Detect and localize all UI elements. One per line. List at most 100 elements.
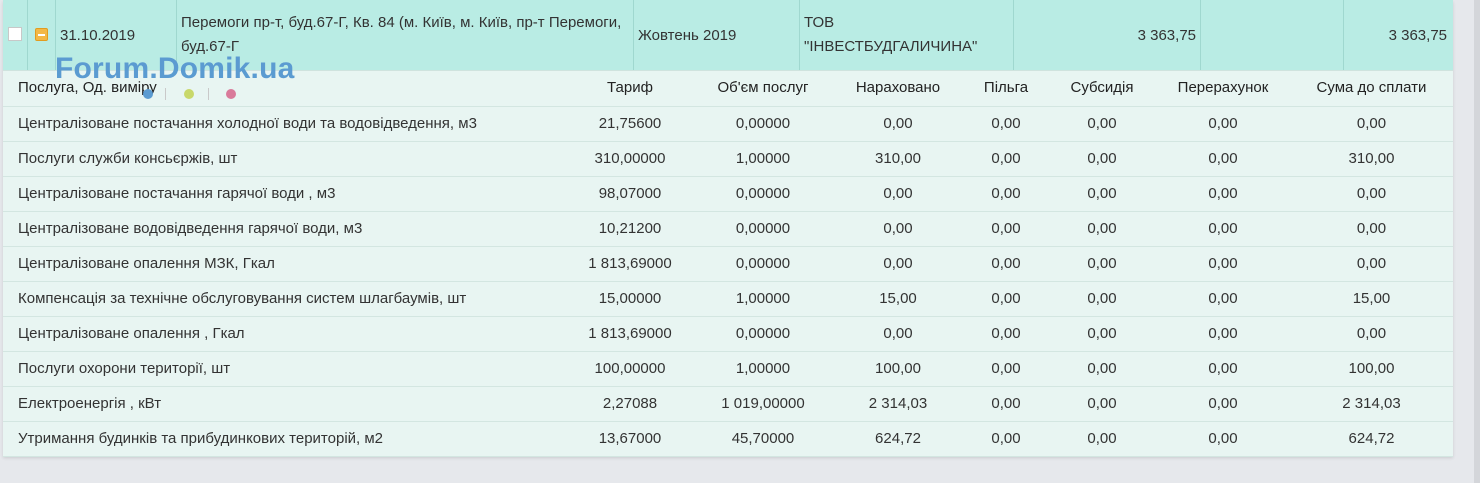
watermark: Forum.Domik.ua	[55, 52, 295, 85]
cell-tariff: 100,00000	[594, 360, 666, 377]
cell-tariff: 1 813,69000	[588, 255, 672, 272]
table-row[interactable]: Компенсація за технічне обслуговування с…	[3, 281, 1453, 317]
collapse-icon[interactable]	[35, 28, 48, 41]
cell-volume: 0,00000	[735, 220, 791, 237]
cell-subsidy: 0,00	[1087, 325, 1117, 342]
cell-subsidy: 0,00	[1087, 150, 1117, 167]
table-row[interactable]: Централізоване водовідведення гарячої во…	[3, 211, 1453, 247]
cell-volume: 1 019,00000	[721, 395, 805, 412]
cell-recalc: 0,00	[1208, 395, 1238, 412]
cell-recalc: 0,00	[1208, 325, 1238, 342]
cell-service: Послуги охорони території, шт	[18, 360, 231, 377]
cell-total: 0,00	[1356, 115, 1387, 132]
table-row[interactable]: Послуги охорони території, шт 100,00000 1,…	[3, 351, 1453, 387]
summary-amount-3: 3 363,75	[1388, 26, 1447, 44]
cell-volume: 1,00000	[735, 290, 791, 307]
cell-benefit: 0,00	[991, 220, 1021, 237]
cell-volume: 1,00000	[735, 360, 791, 377]
cell-accrued: 0,00	[883, 115, 913, 132]
cell-tariff: 13,67000	[598, 430, 662, 447]
cell-recalc: 0,00	[1208, 150, 1238, 167]
cell-subsidy: 0,00	[1087, 220, 1117, 237]
cell-volume: 45,70000	[731, 430, 795, 447]
cell-benefit: 0,00	[991, 290, 1021, 307]
header-volume: Об'єм послуг	[717, 79, 809, 96]
divider	[27, 0, 28, 70]
row-select-checkbox[interactable]	[8, 27, 22, 41]
cell-accrued: 100,00	[875, 360, 921, 377]
cell-total: 15,00	[1352, 290, 1391, 307]
summary-amount-1: 3 363,75	[1137, 26, 1196, 44]
cell-volume: 0,00000	[735, 325, 791, 342]
header-recalc: Перерахунок	[1177, 79, 1269, 96]
table-row[interactable]: Послуги служби консьєржів, шт 310,00000 1,…	[3, 141, 1453, 177]
divider	[633, 0, 634, 70]
cell-benefit: 0,00	[991, 185, 1021, 202]
cell-accrued: 0,00	[883, 255, 913, 272]
cell-subsidy: 0,00	[1087, 430, 1117, 447]
divider	[165, 88, 166, 100]
cell-subsidy: 0,00	[1087, 185, 1117, 202]
table-row[interactable]: Централізоване постачання холодної води …	[3, 106, 1453, 142]
cell-benefit: 0,00	[991, 395, 1021, 412]
cell-recalc: 0,00	[1208, 290, 1238, 307]
cell-total: 0,00	[1356, 255, 1387, 272]
header-subsidy: Субсидія	[1070, 79, 1134, 96]
divider	[1200, 0, 1201, 70]
table-row[interactable]: Утримання будинків та прибудинкових тери…	[3, 421, 1453, 457]
cell-subsidy: 0,00	[1087, 395, 1117, 412]
header-total: Сума до сплати	[1316, 79, 1427, 96]
cell-volume: 0,00000	[735, 255, 791, 272]
cell-accrued: 15,00	[879, 290, 917, 307]
cell-benefit: 0,00	[991, 150, 1021, 167]
green-dot-icon	[184, 89, 194, 99]
cell-recalc: 0,00	[1208, 220, 1238, 237]
cell-service: Централізоване постачання гарячої води ,…	[18, 185, 336, 202]
table-row[interactable]: Електроенергія , кВт 2,27088 1 019,00000 2 …	[3, 386, 1453, 422]
header-tariff: Тариф	[607, 79, 653, 96]
cell-service: Централізоване водовідведення гарячої во…	[18, 220, 363, 237]
cell-volume: 0,00000	[735, 115, 791, 132]
cell-recalc: 0,00	[1208, 430, 1238, 447]
cell-total: 0,00	[1356, 185, 1387, 202]
table-row[interactable]: Централізоване опалення , Гкал 1 813,6900…	[3, 316, 1453, 352]
cell-volume: 1,00000	[735, 150, 791, 167]
table-row[interactable]: Централізоване опалення МЗК, Гкал 1 813,6…	[3, 246, 1453, 282]
summary-company: ТОВ "ІНВЕСТБУДГАЛИЧИНА"	[804, 14, 978, 55]
header-benefit: Пільга	[983, 79, 1029, 96]
summary-period: Жовтень 2019	[638, 26, 737, 44]
cell-recalc: 0,00	[1208, 360, 1238, 377]
cell-tariff: 310,00000	[594, 150, 666, 167]
pink-dot-icon	[226, 89, 236, 99]
cell-total: 624,72	[1348, 430, 1395, 447]
cell-service: Компенсація за технічне обслуговування с…	[18, 290, 467, 307]
cell-service: Централізоване опалення МЗК, Гкал	[18, 255, 275, 272]
summary-amount-2	[1205, 0, 1340, 70]
cell-benefit: 0,00	[991, 115, 1021, 132]
divider	[208, 88, 209, 100]
cell-total: 310,00	[1348, 150, 1395, 167]
cell-tariff: 1 813,69000	[588, 325, 672, 342]
scrollbar-track[interactable]	[1474, 0, 1480, 483]
cell-tariff: 98,07000	[598, 185, 662, 202]
cell-accrued: 0,00	[883, 325, 913, 342]
cell-tariff: 10,21200	[598, 220, 662, 237]
cell-recalc: 0,00	[1208, 185, 1238, 202]
table-row[interactable]: Централізоване постачання гарячої води ,…	[3, 176, 1453, 212]
cell-benefit: 0,00	[991, 360, 1021, 377]
cell-subsidy: 0,00	[1087, 290, 1117, 307]
cell-accrued: 310,00	[875, 150, 921, 167]
cell-total: 0,00	[1356, 220, 1387, 237]
cell-subsidy: 0,00	[1087, 255, 1117, 272]
blue-dot-icon	[143, 89, 153, 99]
cell-benefit: 0,00	[991, 325, 1021, 342]
cell-subsidy: 0,00	[1087, 115, 1117, 132]
cell-service: Утримання будинків та прибудинкових тери…	[18, 430, 384, 447]
cell-total: 100,00	[1348, 360, 1395, 377]
cell-benefit: 0,00	[991, 255, 1021, 272]
cell-tariff: 21,75600	[598, 115, 662, 132]
header-accrued: Нараховано	[855, 79, 941, 96]
cell-total: 0,00	[1356, 325, 1387, 342]
cell-tariff: 15,00000	[598, 290, 662, 307]
cell-accrued: 2 314,03	[868, 395, 928, 412]
